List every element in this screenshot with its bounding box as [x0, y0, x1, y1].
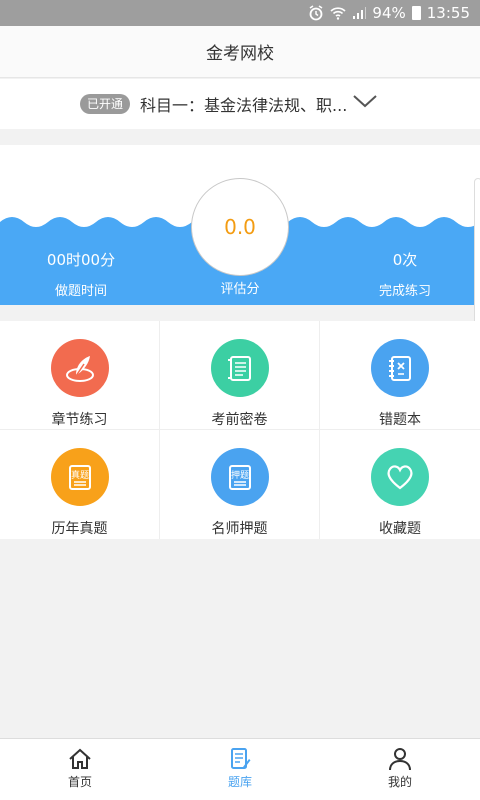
score-value: 0.0: [224, 215, 256, 239]
practice-time-label: 做题时间: [54, 284, 107, 299]
tab-profile[interactable]: 我的: [320, 739, 480, 800]
status-badge: 已开通: [80, 94, 131, 114]
practice-time-value: 00时00分: [46, 251, 116, 269]
practice-count-value: 0次: [392, 251, 418, 269]
profile-icon: [389, 748, 411, 771]
grid-label: 错题本: [379, 412, 421, 428]
page-title: 金考网校: [206, 44, 274, 64]
alarm-icon: [308, 5, 324, 21]
grid-label: 名师押题: [211, 521, 268, 537]
battery-percent: 94%: [372, 4, 406, 22]
chevron-down-icon[interactable]: [352, 93, 378, 109]
mock-exam-button[interactable]: 考前密卷: [160, 321, 320, 430]
tab-home[interactable]: 首页: [0, 739, 160, 800]
score-circle: 0.0: [191, 178, 289, 276]
tab-question-bank[interactable]: 题库: [160, 739, 320, 800]
score-panel: 00时00分 做题时间 0.0 评估分 0次 完成练习: [0, 145, 480, 305]
grid-label: 章节练习: [51, 412, 108, 428]
status-bar: 94% 13:55: [0, 0, 480, 26]
app-header: 金考网校: [0, 26, 480, 78]
score-label: 评估分: [220, 282, 260, 297]
tab-label: 题库: [227, 775, 252, 789]
home-icon: [69, 748, 91, 769]
battery-icon: [411, 6, 421, 20]
heart-icon: [371, 448, 429, 506]
grid-label: 考前密卷: [211, 412, 268, 428]
predicted-questions-button[interactable]: 押题 名师押题: [160, 430, 320, 539]
chapter-practice-button[interactable]: 章节练习: [0, 321, 160, 430]
tab-label: 首页: [67, 775, 92, 789]
quill-icon: [50, 339, 109, 397]
practice-count-label: 完成练习: [378, 284, 431, 299]
mistake-book-button[interactable]: 错题本: [320, 321, 480, 430]
question-bank-icon: [231, 748, 251, 769]
svg-text:真题: 真题: [70, 469, 88, 481]
clock: 13:55: [426, 4, 470, 22]
subject-selector[interactable]: 已开通 科目一：基金法律法规、职...: [0, 79, 480, 129]
practice-time-stat: 00时00分 做题时间: [21, 249, 141, 299]
svg-text:押题: 押题: [230, 469, 248, 481]
predict-paper-icon: 押题: [210, 448, 269, 506]
exam-paper-icon: 真题: [50, 448, 109, 506]
favorites-button[interactable]: 收藏题: [320, 430, 480, 539]
scroll-icon: [210, 339, 269, 397]
bottom-tab-bar: 首页 题库 我的: [0, 738, 480, 800]
tab-label: 我的: [387, 775, 412, 789]
side-drawer-handle[interactable]: [474, 178, 480, 328]
grid-label: 历年真题: [51, 521, 108, 537]
practice-count-stat: 0次 完成练习: [345, 249, 465, 299]
wifi-icon: [330, 6, 346, 20]
grid-label: 收藏题: [379, 521, 421, 537]
notebook-icon: [371, 339, 429, 397]
feature-grid: 章节练习 考前密卷 错题本 真题 历年真题 押题 名师押题 收藏题: [0, 321, 480, 539]
signal-icon: [352, 6, 367, 20]
past-exams-button[interactable]: 真题 历年真题: [0, 430, 160, 539]
subject-name: 科目一：基金法律法规、职...: [140, 96, 348, 115]
